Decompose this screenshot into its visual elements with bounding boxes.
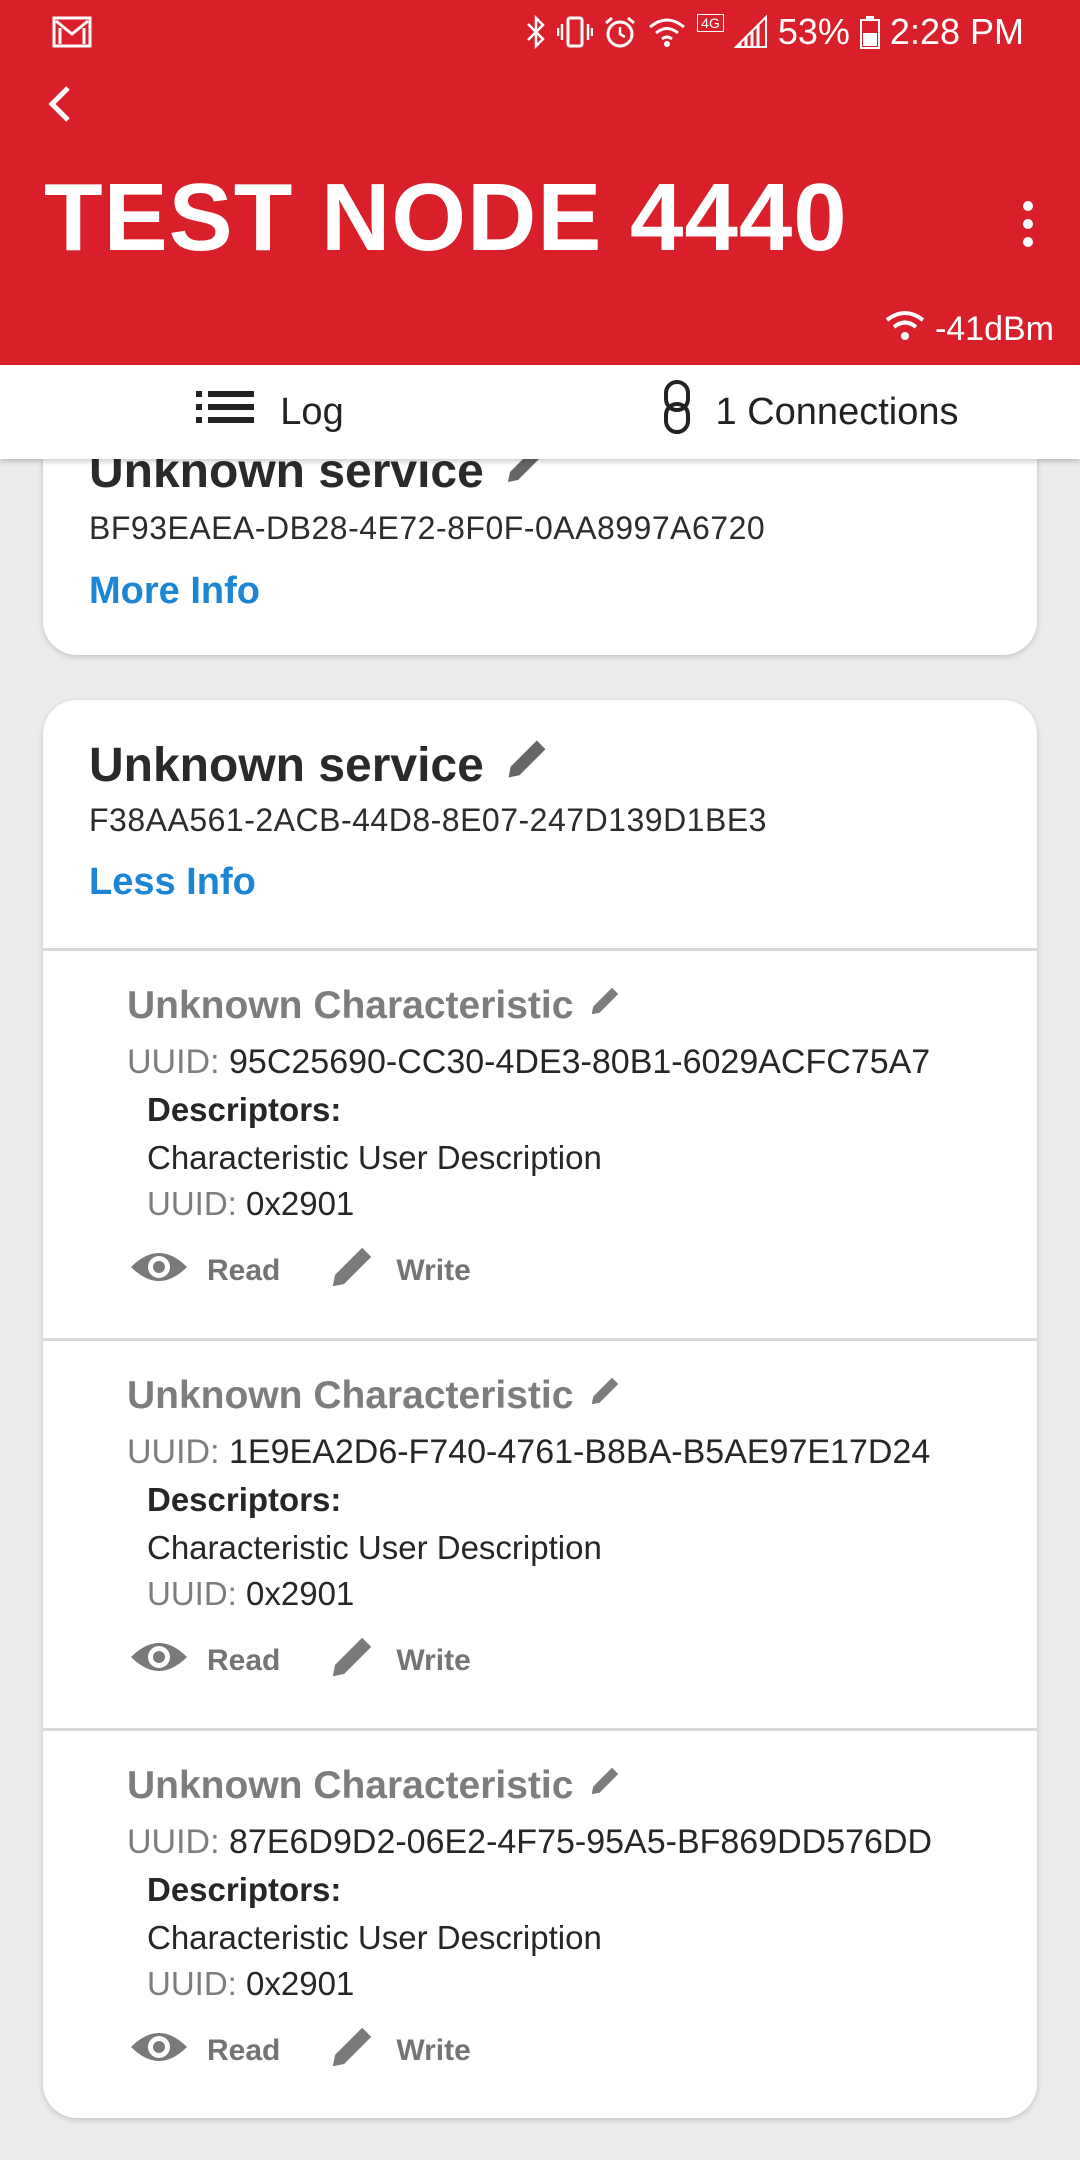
service-uuid: BF93EAEA-DB28-4E72-8F0F-0AA8997A6720: [89, 510, 766, 546]
descriptor-name: Characteristic User Description: [147, 1529, 602, 1566]
status-bar: 4G 53% 2:28 PM: [0, 0, 1080, 64]
tab-log[interactable]: Log: [0, 365, 540, 459]
less-info-link[interactable]: Less Info: [89, 861, 256, 904]
pencil-icon: [326, 2021, 378, 2081]
eye-icon: [129, 1247, 189, 1295]
characteristic-name-row: Unknown Characteristic: [127, 983, 623, 1029]
signal-icon: [733, 15, 768, 49]
edit-pencil-icon[interactable]: [587, 1763, 623, 1809]
write-button[interactable]: Write: [326, 1631, 471, 1691]
characteristic-name-row: Unknown Characteristic: [127, 1763, 623, 1809]
edit-pencil-icon[interactable]: [587, 983, 623, 1029]
descriptor-uuid-row: UUID: 0x2901: [147, 1575, 354, 1613]
characteristic-actions: Read Write: [129, 2021, 517, 2081]
descriptor-uuid-row: UUID: 0x2901: [147, 1185, 354, 1223]
pencil-icon: [326, 1631, 378, 1691]
write-button[interactable]: Write: [326, 1241, 471, 1301]
descriptor-uuid: 0x2901: [246, 1575, 355, 1612]
read-label: Read: [207, 1644, 281, 1677]
more-info-link[interactable]: More Info: [89, 570, 260, 613]
characteristic-actions: Read Write: [129, 1241, 517, 1301]
list-icon: [196, 389, 256, 435]
characteristic-uuid-row: UUID: 87E6D9D2-06E2-4F75-95A5-BF869DD576…: [127, 1823, 932, 1862]
wifi-icon: [647, 15, 687, 49]
uuid-label: UUID:: [147, 1965, 237, 2002]
write-label: Write: [396, 1254, 471, 1287]
link-icon: [662, 379, 692, 445]
eye-icon: [129, 2027, 189, 2075]
characteristic-name: Unknown Characteristic: [127, 984, 574, 1027]
uuid-label: UUID:: [127, 1043, 220, 1081]
write-label: Write: [396, 1644, 471, 1677]
characteristic-uuid: 1E9EA2D6-F740-4761-B8BA-B5AE97E17D24: [229, 1433, 931, 1471]
vibrate-icon: [557, 15, 594, 49]
read-button[interactable]: Read: [129, 1247, 280, 1295]
page-title: TEST NODE 4440: [44, 164, 848, 271]
characteristic-uuid: 87E6D9D2-06E2-4F75-95A5-BF869DD576DD: [229, 1823, 933, 1861]
descriptor-uuid-row: UUID: 0x2901: [147, 1965, 354, 2003]
characteristic-item: Unknown Characteristic UUID: 87E6D9D2-06…: [43, 1728, 1037, 2118]
back-arrow-icon[interactable]: [40, 78, 80, 130]
read-label: Read: [207, 1254, 281, 1287]
battery-icon: [859, 15, 880, 49]
tab-connections[interactable]: 1 Connections: [540, 365, 1080, 459]
tab-log-label: Log: [280, 390, 344, 433]
service-uuid: F38AA561-2ACB-44D8-8E07-247D139D1BE3: [89, 802, 767, 838]
app-bar: 4G 53% 2:28 PM TEST NODE 4440 -41dBm: [0, 0, 1080, 365]
descriptor-name: Characteristic User Description: [147, 1139, 602, 1176]
descriptor-uuid: 0x2901: [246, 1185, 355, 1222]
service-name: Unknown service: [89, 738, 484, 792]
tab-connections-label: 1 Connections: [715, 390, 959, 433]
rssi-indicator: -41dBm: [883, 308, 1054, 351]
service-card-expanded: Unknown service F38AA561-2ACB-44D8-8E07-…: [43, 700, 1037, 2118]
edit-pencil-icon[interactable]: [502, 734, 552, 796]
characteristic-uuid-row: UUID: 1E9EA2D6-F740-4761-B8BA-B5AE97E17D…: [127, 1433, 930, 1472]
alarm-icon: [603, 15, 637, 49]
pencil-icon: [326, 1241, 378, 1301]
network-type: 4G: [697, 14, 724, 32]
characteristic-item: Unknown Characteristic UUID: 1E9EA2D6-F7…: [43, 1338, 1037, 1728]
characteristic-name-row: Unknown Characteristic: [127, 1373, 623, 1419]
more-options-icon[interactable]: [1016, 200, 1040, 248]
read-label: Read: [207, 2034, 281, 2067]
edit-pencil-icon[interactable]: [587, 1373, 623, 1419]
bluetooth-icon: [525, 15, 547, 49]
eye-icon: [129, 1637, 189, 1685]
characteristic-name: Unknown Characteristic: [127, 1374, 574, 1417]
descriptors-heading: Descriptors:: [147, 1871, 342, 1908]
clock: 2:28 PM: [889, 11, 1024, 52]
uuid-label: UUID:: [127, 1823, 220, 1861]
battery-level: 53%: [777, 11, 850, 52]
write-button[interactable]: Write: [326, 2021, 471, 2081]
characteristic-uuid-row: UUID: 95C25690-CC30-4DE3-80B1-6029ACFC75…: [127, 1043, 930, 1082]
descriptors-heading: Descriptors:: [147, 1091, 342, 1128]
gmail-icon: [52, 16, 92, 53]
read-button[interactable]: Read: [129, 2027, 280, 2075]
descriptors-heading: Descriptors:: [147, 1481, 342, 1518]
uuid-label: UUID:: [147, 1575, 237, 1612]
characteristic-uuid: 95C25690-CC30-4DE3-80B1-6029ACFC75A7: [229, 1043, 931, 1081]
characteristic-name: Unknown Characteristic: [127, 1764, 574, 1807]
characteristic-actions: Read Write: [129, 1631, 517, 1691]
read-button[interactable]: Read: [129, 1637, 280, 1685]
service-name-row: Unknown service: [89, 734, 552, 796]
descriptor-name: Characteristic User Description: [147, 1919, 602, 1956]
characteristic-item: Unknown Characteristic UUID: 95C25690-CC…: [43, 948, 1037, 1338]
descriptor-uuid: 0x2901: [246, 1965, 355, 2002]
uuid-label: UUID:: [147, 1185, 237, 1222]
uuid-label: UUID:: [127, 1433, 220, 1471]
write-label: Write: [396, 2034, 471, 2067]
tab-bar: Log 1 Connections: [0, 365, 1080, 459]
rssi-value: -41dBm: [934, 310, 1054, 348]
signal-strength-icon: [883, 308, 927, 351]
